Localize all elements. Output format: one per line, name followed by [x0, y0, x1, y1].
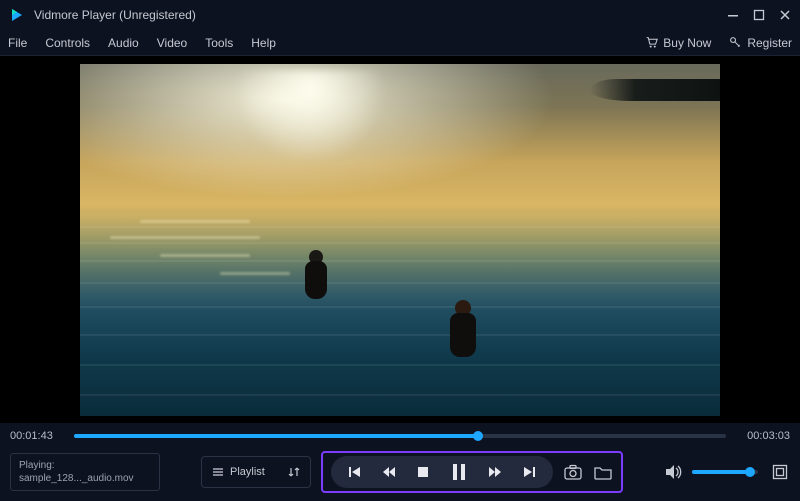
- next-button[interactable]: [521, 464, 537, 480]
- maximize-button[interactable]: [752, 8, 766, 22]
- close-button[interactable]: [778, 8, 792, 22]
- volume-fill: [692, 470, 750, 474]
- menubar: File Controls Audio Video Tools Help Buy…: [0, 30, 800, 56]
- menu-file[interactable]: File: [8, 36, 27, 50]
- playlist-button[interactable]: Playlist: [201, 456, 311, 488]
- cart-icon: [645, 36, 658, 49]
- video-viewport[interactable]: [0, 56, 800, 423]
- pause-button[interactable]: [449, 462, 469, 482]
- elapsed-time: 00:01:43: [10, 430, 64, 442]
- open-file-button[interactable]: [593, 462, 613, 482]
- playlist-label: Playlist: [230, 466, 265, 478]
- register-label: Register: [747, 36, 792, 50]
- now-playing-label: Playing:: [19, 459, 151, 472]
- progress-row: 00:01:43 00:03:03: [0, 423, 800, 449]
- menu-help[interactable]: Help: [251, 36, 276, 50]
- volume-button[interactable]: [664, 462, 684, 482]
- now-playing-panel: Playing: sample_128..._audio.mov: [10, 453, 160, 491]
- stop-button[interactable]: [415, 464, 431, 480]
- prev-button[interactable]: [347, 464, 363, 480]
- minimize-button[interactable]: [726, 8, 740, 22]
- fullscreen-button[interactable]: [770, 462, 790, 482]
- controls-row: Playing: sample_128..._audio.mov Playlis…: [0, 449, 800, 501]
- seek-fill: [74, 434, 478, 438]
- buy-now-label: Buy Now: [663, 36, 711, 50]
- now-playing-file: sample_128..._audio.mov: [19, 472, 151, 485]
- volume-handle[interactable]: [745, 467, 755, 477]
- buy-now-button[interactable]: Buy Now: [645, 36, 711, 50]
- seek-bar[interactable]: [74, 434, 726, 438]
- sort-icon: [288, 466, 300, 478]
- forward-button[interactable]: [487, 464, 503, 480]
- transport-highlight: [321, 451, 623, 493]
- video-frame: [80, 64, 720, 416]
- titlebar: Vidmore Player (Unregistered): [0, 0, 800, 30]
- window-title: Vidmore Player (Unregistered): [34, 8, 726, 22]
- menu-video[interactable]: Video: [157, 36, 187, 50]
- volume-slider[interactable]: [692, 470, 758, 474]
- transport-controls: [331, 456, 553, 488]
- key-icon: [729, 36, 742, 49]
- rewind-button[interactable]: [381, 464, 397, 480]
- menu-tools[interactable]: Tools: [205, 36, 233, 50]
- seek-handle[interactable]: [473, 431, 483, 441]
- total-time: 00:03:03: [736, 430, 790, 442]
- snapshot-button[interactable]: [563, 462, 583, 482]
- list-icon: [212, 466, 224, 478]
- volume-control: [664, 462, 758, 482]
- app-logo-icon: [8, 6, 26, 24]
- register-button[interactable]: Register: [729, 36, 792, 50]
- menu-controls[interactable]: Controls: [45, 36, 90, 50]
- menu-audio[interactable]: Audio: [108, 36, 139, 50]
